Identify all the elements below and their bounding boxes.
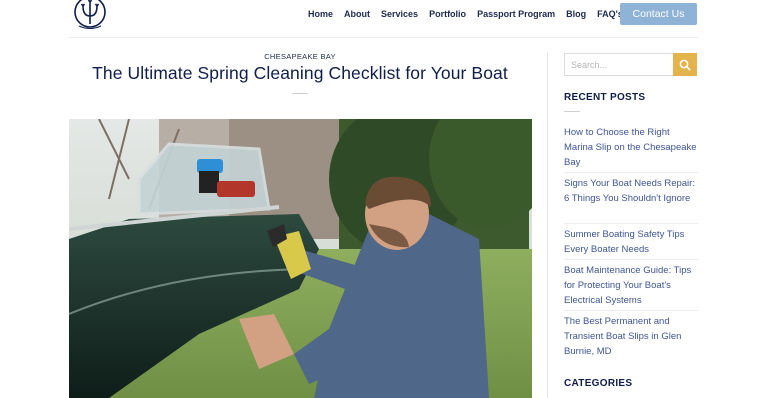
recent-post-link[interactable]: Boat Maintenance Guide: Tips for Protect… xyxy=(564,263,698,308)
contact-us-button[interactable]: Contact Us xyxy=(620,3,697,25)
trident-logo-icon[interactable] xyxy=(70,0,110,34)
recent-posts-divider xyxy=(564,111,580,112)
title-divider xyxy=(292,93,308,94)
nav-services[interactable]: Services xyxy=(381,9,418,19)
search-input[interactable]: Search... xyxy=(564,53,674,76)
nav-portfolio[interactable]: Portfolio xyxy=(429,9,466,19)
recent-post-link[interactable]: Summer Boating Safety Tips Every Boater … xyxy=(564,227,698,257)
recent-post-link[interactable]: Signs Your Boat Needs Repair: 6 Things Y… xyxy=(564,176,698,206)
header-divider xyxy=(68,37,698,38)
post-separator xyxy=(564,172,698,173)
post-separator xyxy=(564,310,698,311)
search-icon xyxy=(679,59,691,71)
recent-post-link[interactable]: How to Choose the Right Marina Slip on t… xyxy=(564,125,698,170)
search-button[interactable] xyxy=(673,53,697,76)
site-header: Home About Services Portfolio Passport P… xyxy=(0,0,768,36)
post-separator xyxy=(564,259,698,260)
post-title: The Ultimate Spring Cleaning Checklist f… xyxy=(92,63,508,83)
post-category-link[interactable]: CHESAPEAKE BAY xyxy=(68,52,532,61)
featured-image xyxy=(69,119,532,398)
nav-about[interactable]: About xyxy=(344,9,370,19)
nav-faqs[interactable]: FAQ's xyxy=(597,9,623,19)
nav-passport-program[interactable]: Passport Program xyxy=(477,9,555,19)
recent-post-link[interactable]: The Best Permanent and Transient Boat Sl… xyxy=(564,314,698,359)
categories-heading: CATEGORIES xyxy=(564,378,633,389)
recent-posts-heading: RECENT POSTS xyxy=(564,92,646,103)
main-nav: Home About Services Portfolio Passport P… xyxy=(308,9,634,19)
sidebar-divider xyxy=(547,52,548,398)
nav-home[interactable]: Home xyxy=(308,9,333,19)
nav-blog[interactable]: Blog xyxy=(566,9,586,19)
post-separator xyxy=(564,223,698,224)
